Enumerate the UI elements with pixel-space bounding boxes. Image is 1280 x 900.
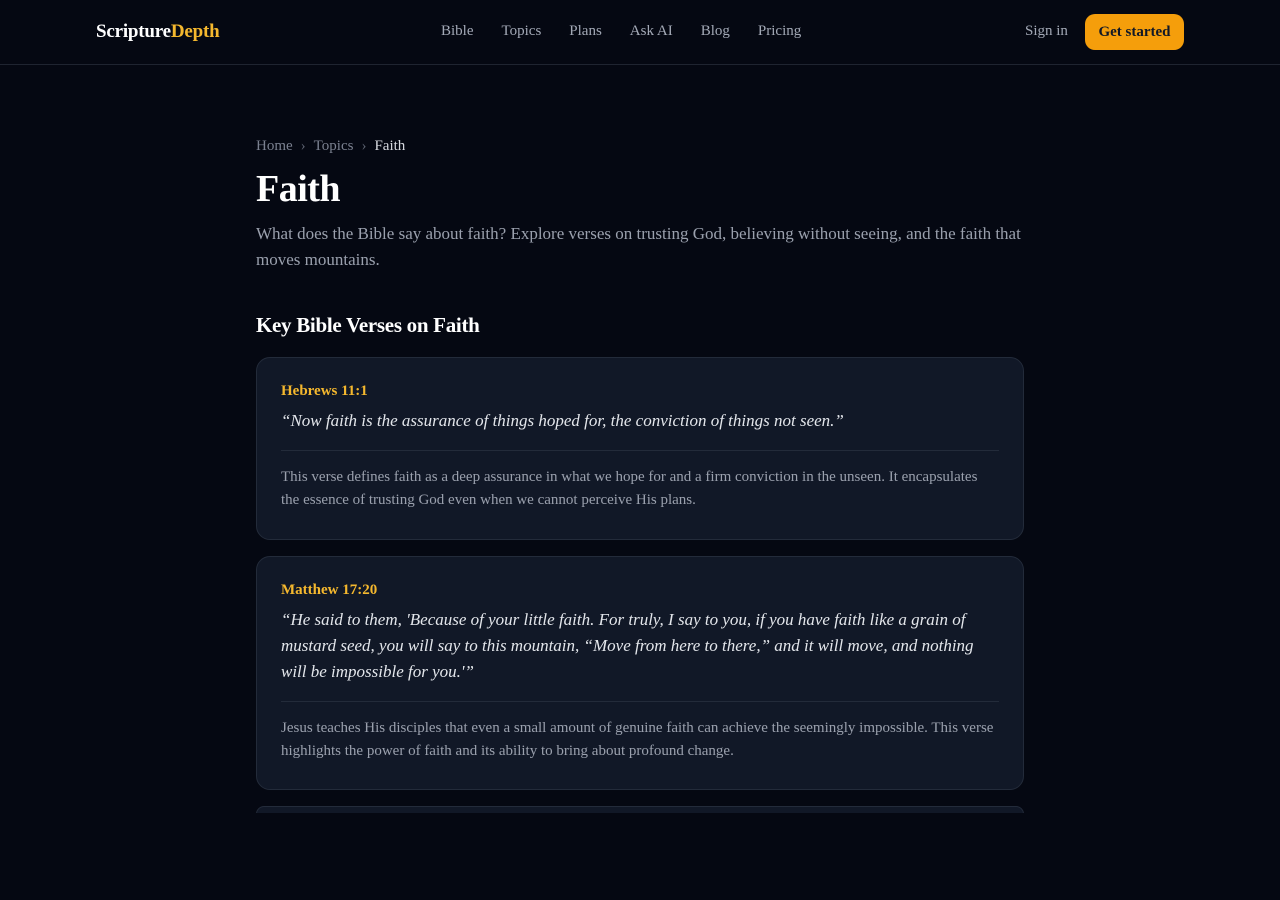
page-title: Faith: [256, 168, 341, 210]
section-title: Key Bible Verses on Faith: [256, 313, 480, 337]
breadcrumb-separator: ›: [300, 138, 306, 154]
nav-link-blog[interactable]: Blog: [701, 23, 730, 40]
sign-in-link[interactable]: Sign in: [1025, 23, 1068, 40]
get-started-button[interactable]: Get started: [1085, 14, 1184, 50]
breadcrumb-separator: ›: [361, 138, 367, 154]
breadcrumb-home[interactable]: Home: [256, 138, 293, 154]
verse-card: Matthew 17:20 “He said to them, 'Because…: [256, 556, 1024, 790]
verse-commentary: Jesus teaches His disciples that even a …: [281, 720, 994, 759]
divider: [281, 701, 999, 702]
site-logo[interactable]: ScriptureDepth: [96, 21, 220, 43]
verse-reference[interactable]: Matthew 17:20: [281, 582, 999, 599]
main-nav: Bible Topics Plans Ask AI Blog Pricing: [441, 23, 829, 40]
divider: [281, 450, 999, 451]
verse-quote: “He said to them, 'Because of your littl…: [281, 610, 974, 681]
verse-commentary: This verse defines faith as a deep assur…: [281, 469, 978, 508]
verse-reference[interactable]: Hebrews 11:1: [281, 383, 999, 400]
page-intro: What does the Bible say about faith? Exp…: [256, 224, 1021, 269]
breadcrumb-current: Faith: [374, 138, 406, 154]
nav-link-pricing[interactable]: Pricing: [758, 23, 801, 40]
nav-link-plans[interactable]: Plans: [569, 23, 602, 40]
content-clip: [0, 813, 1280, 900]
logo-primary-text: Scripture: [96, 21, 171, 42]
verse-card: Hebrews 11:1 “Now faith is the assurance…: [256, 357, 1024, 540]
top-navigation-bar: ScriptureDepth Bible Topics Plans Ask AI…: [0, 0, 1280, 65]
breadcrumb-topics[interactable]: Topics: [314, 138, 354, 154]
logo-accent-text: Depth: [170, 21, 220, 42]
verse-quote: “Now faith is the assurance of things ho…: [281, 411, 844, 430]
nav-link-bible[interactable]: Bible: [441, 23, 474, 40]
nav-link-ask-ai[interactable]: Ask AI: [630, 23, 673, 40]
breadcrumb: Home › Topics › Faith: [256, 138, 405, 155]
nav-link-topics[interactable]: Topics: [502, 23, 542, 40]
